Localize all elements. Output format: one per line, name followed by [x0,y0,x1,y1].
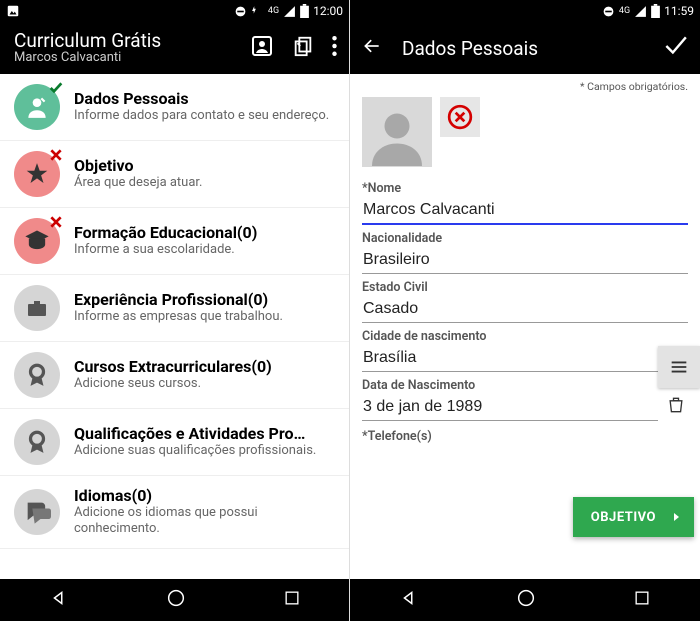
section-title: Dados Pessoais [74,89,335,108]
navbar-right [350,579,700,621]
phone-left: 4G 12:00 Curriculum Grátis Marcos Calvac… [0,0,350,621]
phone-right: 4G 11:59 Dados Pessoais * Campos obrigat… [350,0,700,621]
back-icon[interactable] [362,36,382,60]
next-button[interactable]: OBJETIVO [573,497,694,537]
battery-icon [300,4,309,18]
list-item[interactable]: Dados PessoaisInforme dados para contato… [0,74,349,141]
nav-recent-icon[interactable] [282,588,302,612]
section-icon [14,151,60,197]
section-title: Qualificações e Atividades Pro… [74,424,335,443]
side-menu-button[interactable] [658,346,700,388]
dob-field[interactable] [362,393,658,421]
list-item[interactable]: Idiomas(0)Adicione os idiomas que possui… [0,476,349,549]
signal-icon [634,5,647,18]
required-note: * Campos obrigatórios. [362,80,688,93]
section-icon [14,218,60,264]
nationality-label: Nacionalidade [362,231,688,246]
statusbar-right: 4G 11:59 [350,0,700,22]
statusbar-left: 4G 12:00 [0,0,349,22]
profile-action-icon[interactable] [250,34,274,62]
section-subtitle: Adicione suas qualificações profissionai… [74,443,335,459]
signal-icon [283,5,296,18]
network-label: 4G [268,6,279,16]
dob-label: Data de Nascimento [362,378,688,393]
network-label: 4G [619,6,630,16]
battery-icon [651,4,660,18]
section-icon [14,84,60,130]
nav-home-icon[interactable] [515,587,537,613]
dnd-icon [602,5,615,18]
section-title: Idiomas(0) [74,486,335,505]
section-subtitle: Área que deseja atuar. [74,175,335,191]
section-title: Formação Educacional(0) [74,223,335,242]
section-icon [14,489,60,535]
section-subtitle: Informe dados para contato e seu endereç… [74,108,335,124]
section-title: Cursos Extracurriculares(0) [74,357,335,376]
list-item[interactable]: Cursos Extracurriculares(0)Adicione seus… [0,342,349,409]
list-item[interactable]: Experiência Profissional(0)Informe as em… [0,275,349,342]
phone-4g-icon [251,5,264,18]
marital-label: Estado Civil [362,280,688,295]
overflow-menu-icon[interactable] [332,36,337,60]
next-button-label: OBJETIVO [591,510,656,525]
name-label: *Nome [362,181,688,196]
section-title: Objetivo [74,156,335,175]
section-subtitle: Adicione os idiomas que possui conhecime… [74,505,335,538]
nationality-field[interactable] [362,246,688,274]
screen-title: Dados Pessoais [402,37,642,60]
delete-photo-button[interactable] [440,97,480,137]
appbar-left: Curriculum Grátis Marcos Calvacanti [0,22,349,74]
copy-action-icon[interactable] [292,35,314,61]
form-area: * Campos obrigatórios. *Nome Nacionalida… [350,74,700,579]
birthcity-label: Cidade de nascimento [362,329,688,344]
section-icon [14,285,60,331]
nav-back-icon[interactable] [398,587,420,613]
dnd-icon [234,5,247,18]
app-subtitle: Marcos Calvacanti [14,51,161,66]
section-icon [14,352,60,398]
confirm-icon[interactable] [662,33,688,63]
list-item[interactable]: ObjetivoÁrea que deseja atuar. [0,141,349,208]
birthcity-field[interactable] [362,344,688,372]
section-list: Dados PessoaisInforme dados para contato… [0,74,349,579]
nav-home-icon[interactable] [165,587,187,613]
clock-right: 11:59 [664,4,694,18]
section-subtitle: Informe as empresas que trabalhou. [74,309,335,325]
app-title: Curriculum Grátis [14,30,161,52]
phone-label: *Telefone(s) [362,429,688,444]
clear-date-icon[interactable] [664,393,688,417]
image-icon [6,4,20,18]
nav-back-icon[interactable] [48,587,70,613]
list-item[interactable]: Qualificações e Atividades Pro…Adicione … [0,409,349,476]
section-subtitle: Adicione seus cursos. [74,376,335,392]
clock-left: 12:00 [313,4,343,18]
marital-field[interactable] [362,295,688,323]
nav-recent-icon[interactable] [632,588,652,612]
appbar-right: Dados Pessoais [350,22,700,74]
name-field[interactable] [362,196,688,225]
section-title: Experiência Profissional(0) [74,290,335,309]
section-icon [14,419,60,465]
list-item[interactable]: Formação Educacional(0)Informe a sua esc… [0,208,349,275]
avatar-placeholder[interactable] [362,97,432,167]
navbar-left [0,579,349,621]
section-subtitle: Informe a sua escolaridade. [74,242,335,258]
